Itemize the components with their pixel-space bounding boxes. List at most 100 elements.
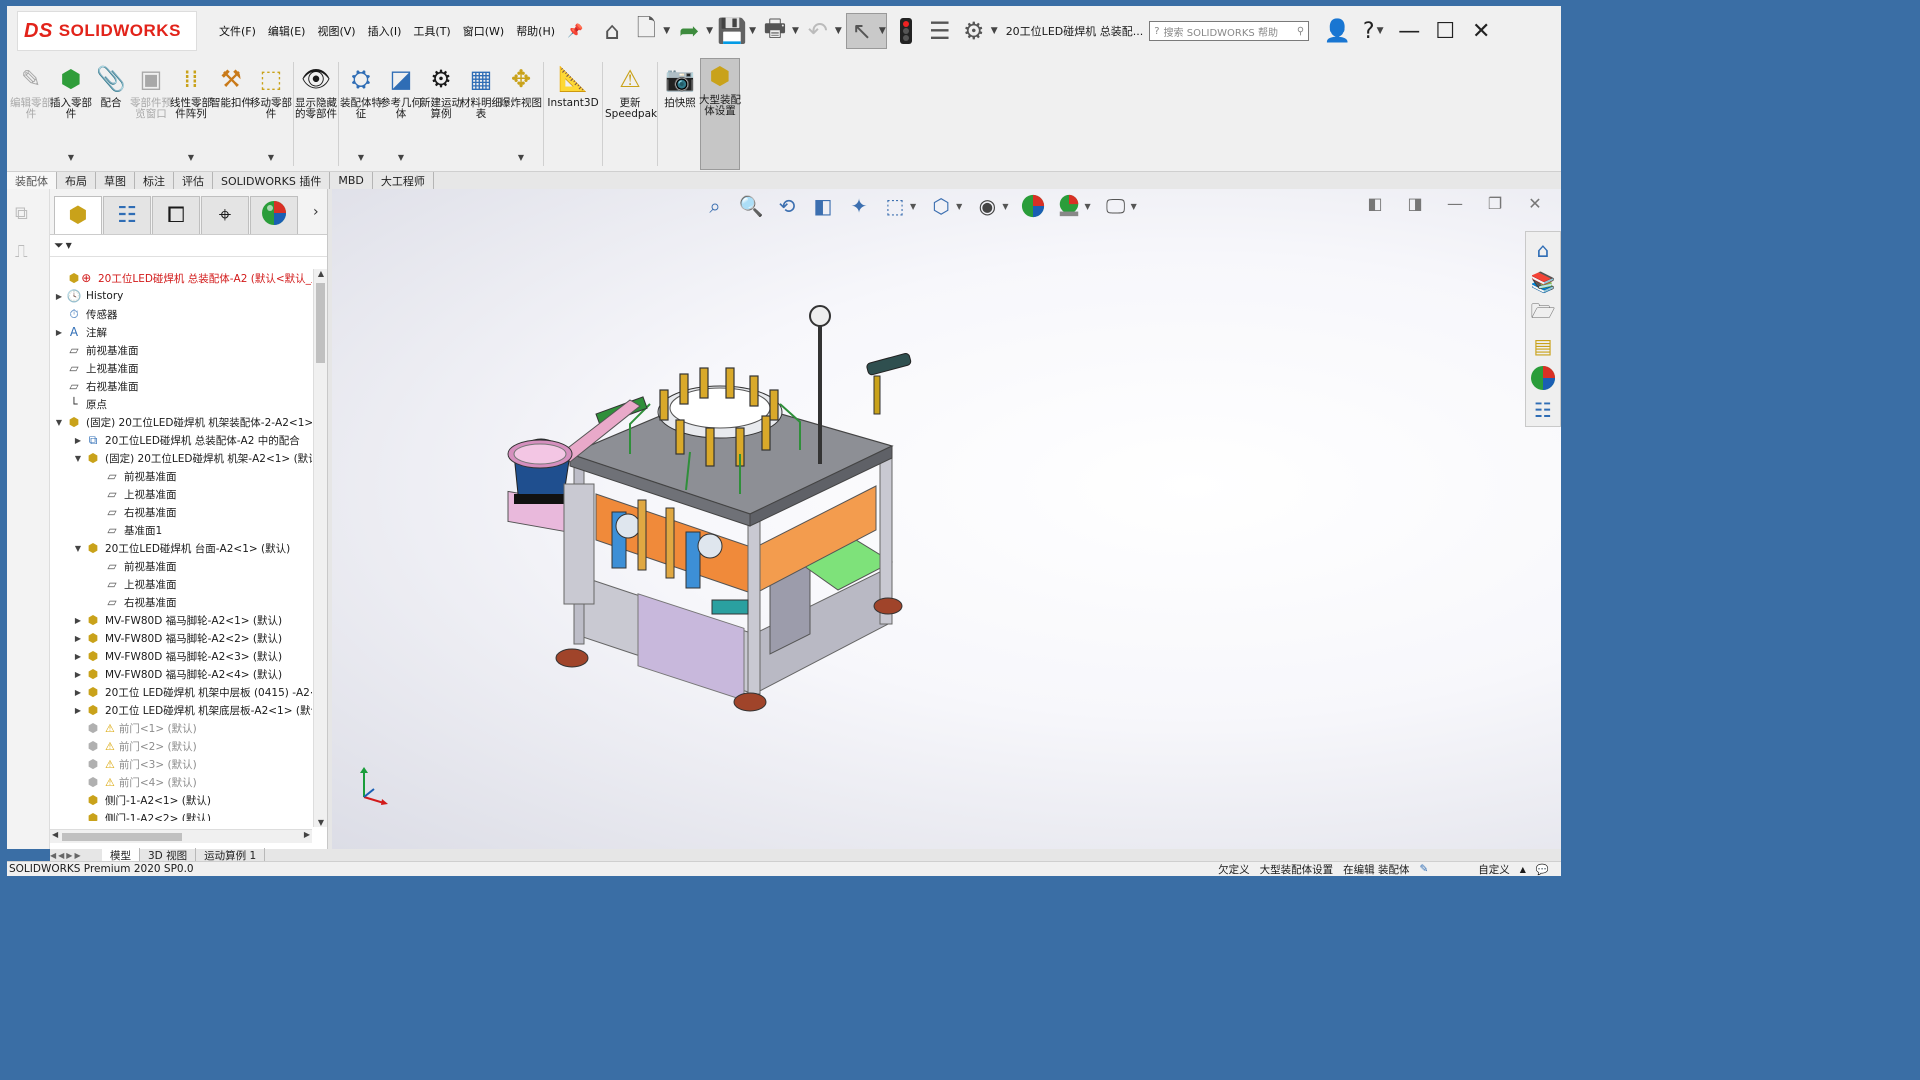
tree-item[interactable]: ⏱ 传感器 xyxy=(50,305,312,323)
new-document-button[interactable]: 🗋 ▼ xyxy=(631,13,671,49)
file-properties-button[interactable]: ☰ xyxy=(925,13,955,49)
menu-file[interactable]: 文件(F) xyxy=(213,23,262,39)
tab-evaluate[interactable]: 评估 xyxy=(174,172,213,189)
expand-arrow-icon[interactable]: ▶ xyxy=(71,634,85,643)
tree-item[interactable]: ▶ ⬢ 20工位 LED碰焊机 机架中层板 (0415) -A2<1 xyxy=(50,683,312,701)
help-button[interactable]: ? ▼ xyxy=(1355,13,1391,49)
tooltip-toggle-icon[interactable]: 💬 xyxy=(1536,863,1549,876)
collapse-arrow-icon[interactable]: ▼ xyxy=(71,454,85,463)
doc-restore-icon[interactable]: ❐ xyxy=(1483,191,1507,215)
display-manager-tab[interactable] xyxy=(250,196,298,234)
chevron-down-icon[interactable]: ▼ xyxy=(1002,202,1008,211)
tree-item[interactable]: ▼ ⬢ (固定) 20工位LED碰焊机 机架装配体-2-A2<1> (默 xyxy=(50,413,312,431)
tree-item[interactable]: ▱ 右视基准面 xyxy=(50,503,312,521)
tree-item[interactable]: ⬢ ⚠ 前门<1> (默认) xyxy=(50,719,312,737)
chevron-down-icon[interactable]: ▼ xyxy=(1377,26,1384,36)
scroll-thumb[interactable] xyxy=(316,283,325,363)
file-explorer-icon[interactable]: 🗁 xyxy=(1528,299,1558,329)
view-orientation-icon[interactable]: ⬚ xyxy=(880,191,910,221)
chevron-up-icon[interactable]: ▲ xyxy=(1520,865,1526,874)
tile-left-icon[interactable]: ◧ xyxy=(1363,191,1387,215)
show-hidden-button[interactable]: 👁 显示隐藏的零部件 xyxy=(295,62,337,166)
tree-item[interactable]: ▱ 基准面1 xyxy=(50,521,312,539)
chevron-down-icon[interactable]: ▼ xyxy=(268,153,274,162)
scroll-up-icon[interactable]: ▲ xyxy=(314,269,328,278)
previous-view-icon[interactable]: ⟲ xyxy=(772,191,802,221)
assembly-features-button[interactable]: ⛭ 装配体特征 ▼ xyxy=(340,62,382,166)
bom-button[interactable]: ▦ 材料明细表 xyxy=(460,62,502,166)
scroll-right-icon[interactable]: ▶ xyxy=(304,830,310,839)
appearances-scenes-icon[interactable] xyxy=(1528,363,1558,393)
exploded-view-button[interactable]: ✥ 爆炸视图 ▼ xyxy=(500,62,542,166)
tree-item[interactable]: ▱ 前视基准面 xyxy=(50,557,312,575)
chevron-down-icon[interactable]: ▼ xyxy=(398,153,404,162)
scroll-down-icon[interactable]: ▼ xyxy=(314,818,328,827)
tree-item[interactable]: ▼ ⬢ (固定) 20工位LED碰焊机 机架-A2<1> (默认) xyxy=(50,449,312,467)
user-account-icon[interactable]: 👤 xyxy=(1319,13,1355,49)
tree-item[interactable]: ▱ 上视基准面 xyxy=(50,485,312,503)
doc-minimize-icon[interactable]: — xyxy=(1443,191,1467,215)
solidworks-logo[interactable]: DS SOLIDWORKS xyxy=(17,11,197,51)
signal-icon[interactable]: ⎍ xyxy=(15,241,43,265)
expand-arrow-icon[interactable]: ▶ xyxy=(71,652,85,661)
tab-markup[interactable]: 标注 xyxy=(135,172,174,189)
undo-button[interactable]: ↶ ▼ xyxy=(803,13,842,49)
tree-item[interactable]: ▱ 上视基准面 xyxy=(50,359,312,377)
instant3d-button[interactable]: 📐 Instant3D xyxy=(546,62,600,166)
tree-item[interactable]: ▱ 右视基准面 xyxy=(50,593,312,611)
chevron-down-icon[interactable]: ▼ xyxy=(956,202,962,211)
menu-help[interactable]: 帮助(H) xyxy=(510,23,561,39)
expand-arrow-icon[interactable]: ▶ xyxy=(71,436,85,445)
print-button[interactable]: 🖶 ▼ xyxy=(760,13,799,49)
snapshot-button[interactable]: 📷 拍快照 xyxy=(660,62,700,166)
tree-item[interactable]: ⬢ ⚠ 前门<4> (默认) xyxy=(50,773,312,791)
dimxpert-tab[interactable]: ⌖ xyxy=(201,196,249,234)
chevron-down-icon[interactable]: ▼ xyxy=(68,153,74,162)
zoom-to-fit-icon[interactable]: ⌕ xyxy=(700,191,730,221)
open-button[interactable]: ➦ ▼ xyxy=(674,13,713,49)
propertymanager-tab[interactable]: ☷ xyxy=(103,196,151,234)
chevron-down-icon[interactable]: ▼ xyxy=(1084,202,1090,211)
tab-assembly[interactable]: 装配体 xyxy=(7,172,57,189)
tree-item[interactable]: ▱ 右视基准面 xyxy=(50,377,312,395)
dynamic-annotation-icon[interactable]: ✦ xyxy=(844,191,874,221)
insert-components-button[interactable]: ⬢ 插入零部件 ▼ xyxy=(50,62,92,166)
chevron-down-icon[interactable]: ▼ xyxy=(188,153,194,162)
menu-view[interactable]: 视图(V) xyxy=(311,23,361,39)
collapse-arrow-icon[interactable]: ▼ xyxy=(52,418,66,427)
save-button[interactable]: 💾 ▼ xyxy=(717,13,756,49)
expand-arrow-icon[interactable]: ▶ xyxy=(71,688,85,697)
tab-navigation-arrows[interactable]: ◀◀▶▶ xyxy=(50,851,102,860)
display-style-icon[interactable]: ⬡ xyxy=(926,191,956,221)
tab-layout[interactable]: 布局 xyxy=(57,172,96,189)
scroll-left-icon[interactable]: ◀ xyxy=(52,830,58,839)
tree-item[interactable]: ⬢ 侧门-1-A2<2> (默认) xyxy=(50,809,312,821)
tree-horizontal-scrollbar[interactable]: ◀ ▶ xyxy=(50,829,312,843)
home-button[interactable]: ⌂ xyxy=(597,13,627,49)
tree-item[interactable]: ⬢⊕ 20工位LED碰焊机 总装配体-A2 (默认<默认_显示> xyxy=(50,269,312,287)
tree-item[interactable]: ⬢ ⚠ 前门<3> (默认) xyxy=(50,755,312,773)
tree-item[interactable]: ▶ 🕓 History xyxy=(50,287,312,305)
tree-item[interactable]: ▶ ⧉ 20工位LED碰焊机 总装配体-A2 中的配合 xyxy=(50,431,312,449)
search-icon[interactable]: ⚲ xyxy=(1297,26,1304,37)
minimize-button[interactable]: — xyxy=(1391,13,1427,49)
tree-filter[interactable]: ⏷ ▼ xyxy=(50,235,327,257)
configurationmanager-tab[interactable]: ⧠ xyxy=(152,196,200,234)
menu-tools[interactable]: 工具(T) xyxy=(407,23,456,39)
expand-arrow-icon[interactable]: ▶ xyxy=(71,706,85,715)
tab-addins[interactable]: SOLIDWORKS 插件 xyxy=(213,172,331,189)
close-button[interactable]: ✕ xyxy=(1463,13,1499,49)
assembly-model[interactable] xyxy=(500,304,920,714)
rebuild-button[interactable] xyxy=(891,13,921,49)
tree-item[interactable]: ▶ ⬢ MV-FW80D 福马脚轮-A2<3> (默认) xyxy=(50,647,312,665)
view-settings-icon[interactable]: 🖵 xyxy=(1101,191,1131,221)
tab-mbd[interactable]: MBD xyxy=(330,172,373,189)
featuremanager-tab[interactable]: ⬢ xyxy=(54,196,102,234)
options-button[interactable]: ⚙ ▼ xyxy=(959,13,998,49)
scroll-thumb[interactable] xyxy=(62,833,182,841)
tree-item[interactable]: ▶ ⬢ MV-FW80D 福马脚轮-A2<4> (默认) xyxy=(50,665,312,683)
maximize-button[interactable]: ☐ xyxy=(1427,13,1463,49)
solidworks-resources-icon[interactable]: ⌂ xyxy=(1528,235,1558,265)
chevron-down-icon[interactable]: ▼ xyxy=(706,26,713,36)
view-palette-icon[interactable]: ▤ xyxy=(1528,331,1558,361)
